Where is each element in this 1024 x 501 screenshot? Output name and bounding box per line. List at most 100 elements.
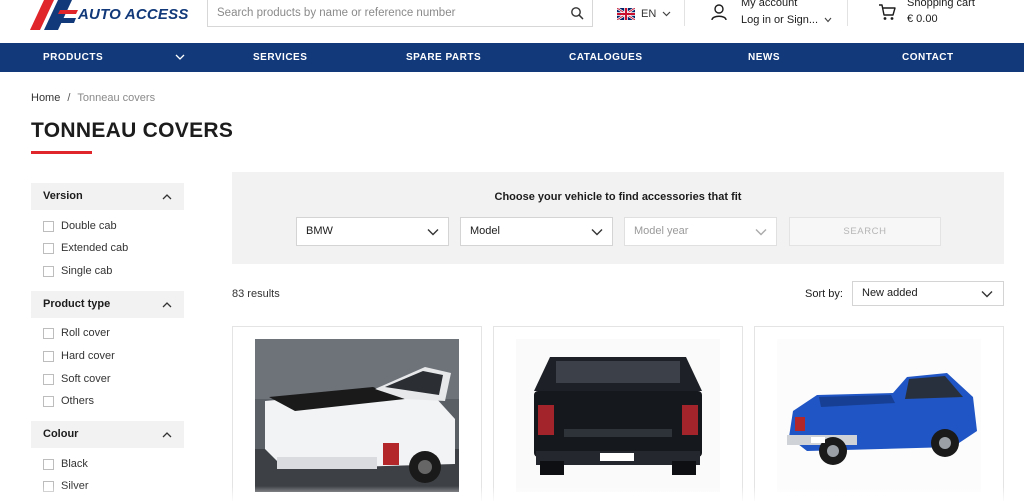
nav-item-label: CATALOGUES [569,52,643,63]
logo-mark-icon [30,0,78,30]
chevron-up-icon [162,432,172,438]
checkbox[interactable] [43,458,54,470]
product-image[interactable] [516,339,720,492]
results-count: 83 results [232,288,280,300]
vehicle-finder-title: Choose your vehicle to find accessories … [494,191,742,203]
checkbox[interactable] [43,220,54,232]
main-navigation: PRODUCTS SERVICES SPARE PARTS CATALOGUES… [0,43,1024,72]
search-icon[interactable] [570,6,584,20]
chevron-down-icon [755,229,767,236]
logo-text: AUTO ACCESS [78,6,189,23]
nav-item-label: SPARE PARTS [406,52,482,63]
breadcrumb-current: Tonneau covers [77,92,156,104]
filter-option-label: Hard cover [61,350,115,362]
sort-label: Sort by: [805,288,843,300]
filter-option-black[interactable]: Black [43,457,88,471]
filter-title: Version [43,190,83,202]
account-login-link[interactable]: Log in or Sign... [741,14,832,26]
filter-option-label: Double cab [61,220,117,232]
uk-flag-icon [617,8,635,20]
product-card[interactable] [232,326,482,501]
filter-option-extended-cab[interactable]: Extended cab [43,241,128,255]
model-year-select-value: Model year [634,225,689,237]
nav-item-contact[interactable]: CONTACT [902,43,954,72]
cart-icon [879,4,896,20]
header-divider [684,0,685,26]
brand-select-value: BMW [306,225,333,237]
filter-option-others[interactable]: Others [43,394,94,408]
chevron-down-icon [981,291,993,298]
cart-title: Shopping cart [907,0,975,9]
product-image[interactable] [255,339,459,492]
chevron-down-icon [427,229,439,236]
model-select[interactable]: Model [460,217,613,246]
filter-colour-header[interactable]: Colour [31,421,184,448]
checkbox[interactable] [43,350,54,362]
breadcrumb-separator: / [67,92,71,104]
product-image[interactable] [777,339,981,492]
checkbox[interactable] [43,373,54,385]
filter-option-hard-cover[interactable]: Hard cover [43,349,115,363]
language-selector[interactable]: EN [617,6,671,22]
title-underline [31,151,92,154]
nav-item-label: SERVICES [253,52,308,63]
breadcrumb: Home / Tonneau covers [31,92,155,104]
filter-option-silver[interactable]: Silver [43,479,89,493]
sort-select[interactable]: New added [852,281,1004,306]
language-code: EN [641,8,657,20]
product-card[interactable] [493,326,743,501]
search-box [207,0,593,27]
filter-option-soft-cover[interactable]: Soft cover [43,372,111,386]
header-divider [847,0,848,26]
filter-option-label: Black [61,458,88,470]
model-year-select[interactable]: Model year [624,217,777,246]
chevron-down-icon [591,229,603,236]
filter-option-double-cab[interactable]: Double cab [43,219,117,233]
filter-version-header[interactable]: Version [31,183,184,210]
brand-select[interactable]: BMW [296,217,449,246]
site-header: AUTO ACCESS EN My account Log in or Sign… [0,0,1024,43]
filter-product-type-header[interactable]: Product type [31,291,184,318]
vehicle-finder: Choose your vehicle to find accessories … [232,172,1004,264]
nav-item-services[interactable]: SERVICES [253,43,307,72]
filter-option-label: Roll cover [61,327,110,339]
filter-option-label: Extended cab [61,242,129,254]
nav-item-catalogues[interactable]: CATALOGUES [569,43,643,72]
user-icon [711,4,727,21]
chevron-down-icon [824,17,832,23]
filter-title: Product type [43,298,111,310]
nav-item-news[interactable]: NEWS [748,43,780,72]
checkbox[interactable] [43,327,54,339]
vehicle-search-button[interactable]: SEARCH [789,217,941,246]
cart-total: € 0.00 [907,13,938,25]
filter-option-label: Others [61,395,95,407]
search-input[interactable] [208,0,558,26]
checkbox[interactable] [43,480,54,492]
chevron-up-icon [162,302,172,308]
nav-item-label: CONTACT [902,52,954,63]
account-title: My account [741,0,798,9]
blue-pickup-image [777,339,981,492]
filter-option-label: Single cab [61,265,113,277]
filter-option-label: Soft cover [61,373,111,385]
chevron-down-icon [662,11,671,17]
checkbox[interactable] [43,265,54,277]
filter-option-roll-cover[interactable]: Roll cover [43,326,110,340]
black-pickup-image [516,339,720,492]
page-title: TONNEAU COVERS [31,119,234,142]
breadcrumb-home-link[interactable]: Home [31,92,60,104]
nav-item-products[interactable]: PRODUCTS [43,43,103,72]
filter-option-label: Silver [61,480,89,492]
checkbox[interactable] [43,242,54,254]
product-card[interactable] [754,326,1004,501]
nav-item-spare-parts[interactable]: SPARE PARTS [406,43,481,72]
white-pickup-image [255,339,459,492]
filter-option-single-cab[interactable]: Single cab [43,264,112,278]
account-subtitle: Log in or Sign... [741,14,819,26]
nav-item-label: NEWS [748,52,780,63]
chevron-down-icon[interactable] [175,53,185,61]
checkbox[interactable] [43,395,54,407]
filter-title: Colour [43,428,79,440]
site-logo[interactable]: AUTO ACCESS [30,0,190,30]
nav-item-label: PRODUCTS [43,52,104,63]
